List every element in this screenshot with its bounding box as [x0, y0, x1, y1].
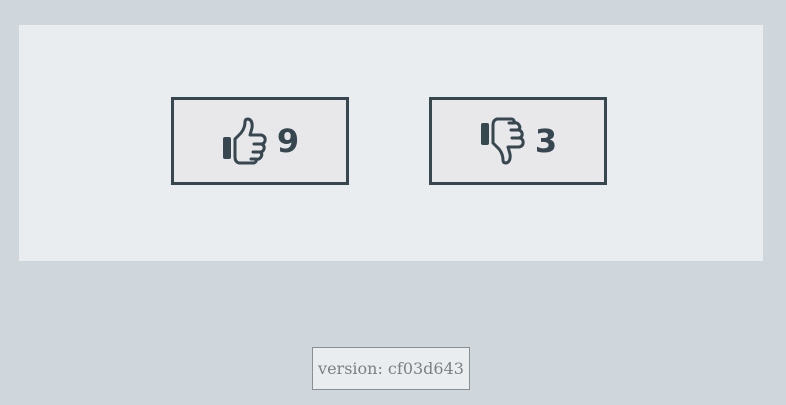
version-label: version: cf03d643	[312, 347, 470, 390]
downvote-count: 3	[534, 122, 558, 160]
upvote-button[interactable]: 9	[171, 97, 349, 185]
thumbs-down-icon	[479, 117, 527, 165]
downvote-button[interactable]: 3	[429, 97, 607, 185]
upvote-count: 9	[276, 122, 300, 160]
thumbs-up-icon	[221, 117, 269, 165]
vote-panel	[19, 25, 763, 261]
